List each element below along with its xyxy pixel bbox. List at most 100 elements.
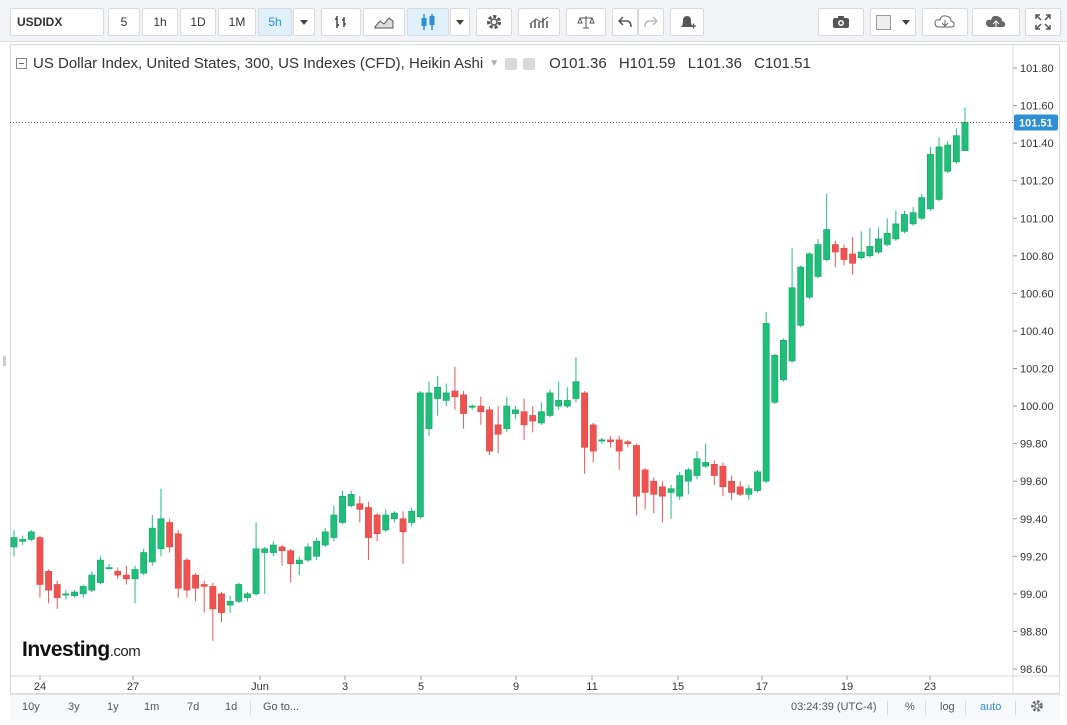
candle-body[interactable]: [961, 122, 969, 151]
candle-body[interactable]: [425, 392, 433, 429]
candle-body[interactable]: [192, 574, 199, 589]
candle-body[interactable]: [235, 584, 243, 602]
candle-body[interactable]: [451, 390, 459, 397]
candle-body[interactable]: [295, 559, 303, 565]
candle-body[interactable]: [667, 488, 675, 493]
candle-body[interactable]: [114, 571, 122, 576]
candle-body[interactable]: [563, 400, 571, 407]
settings-small-icon[interactable]: [523, 57, 536, 70]
goto-button[interactable]: Go to...: [263, 701, 299, 713]
candle-body[interactable]: [494, 424, 502, 435]
candle-body[interactable]: [486, 409, 493, 452]
candle-body[interactable]: [615, 439, 623, 452]
range-1m[interactable]: 1m: [144, 701, 159, 713]
candle-body[interactable]: [503, 405, 511, 429]
candle-body[interactable]: [209, 586, 217, 610]
candle-body[interactable]: [805, 253, 813, 298]
candle-body[interactable]: [780, 340, 787, 381]
candle-body[interactable]: [684, 469, 692, 482]
candle-body[interactable]: [754, 471, 761, 491]
log-toggle[interactable]: log: [940, 701, 955, 713]
candle-body[interactable]: [226, 601, 234, 606]
candle-body[interactable]: [252, 548, 260, 595]
candle-body[interactable]: [581, 392, 589, 448]
candle-body[interactable]: [399, 518, 407, 533]
candle-body[interactable]: [537, 411, 545, 424]
collapse-legend-icon[interactable]: [16, 58, 27, 69]
candle-body[interactable]: [546, 392, 554, 416]
candle-body[interactable]: [148, 527, 156, 563]
candle-body[interactable]: [79, 586, 87, 595]
candle-body[interactable]: [823, 229, 831, 260]
candle-body[interactable]: [875, 238, 882, 253]
candle-body[interactable]: [313, 540, 321, 557]
candle-body[interactable]: [788, 287, 796, 362]
candle-body[interactable]: [261, 548, 269, 553]
candle-body[interactable]: [901, 214, 908, 232]
candle-body[interactable]: [269, 544, 277, 553]
candle-body[interactable]: [702, 462, 710, 467]
candle-body[interactable]: [200, 584, 208, 587]
candle-body[interactable]: [883, 232, 891, 245]
range-10y[interactable]: 10y: [22, 701, 40, 713]
candle-body[interactable]: [918, 197, 926, 219]
candle-body[interactable]: [857, 251, 865, 258]
candle-body[interactable]: [140, 552, 148, 574]
candle-body[interactable]: [71, 591, 78, 597]
candle-body[interactable]: [477, 405, 485, 412]
candle-body[interactable]: [520, 411, 528, 426]
candle-body[interactable]: [572, 381, 580, 399]
percent-toggle[interactable]: %: [905, 701, 915, 713]
candle-body[interactable]: [512, 409, 519, 414]
scale-settings-button[interactable]: [1030, 699, 1044, 716]
candle-body[interactable]: [555, 400, 563, 407]
candle-body[interactable]: [416, 392, 424, 518]
candle-body[interactable]: [122, 574, 130, 580]
auto-toggle[interactable]: auto: [980, 701, 1001, 713]
candle-body[interactable]: [347, 494, 355, 506]
candle-body[interactable]: [365, 507, 372, 538]
candle-body[interactable]: [624, 441, 632, 444]
candle-body[interactable]: [771, 355, 779, 403]
candle-body[interactable]: [460, 394, 467, 414]
candle-body[interactable]: [330, 514, 338, 538]
candle-body[interactable]: [468, 405, 476, 408]
candle-body[interactable]: [19, 539, 27, 542]
candle-body[interactable]: [658, 486, 666, 497]
candle-body[interactable]: [866, 246, 874, 257]
candle-body[interactable]: [390, 512, 398, 520]
candle-body[interactable]: [927, 154, 934, 210]
candle-body[interactable]: [105, 567, 113, 570]
candle-body[interactable]: [529, 415, 537, 422]
candle-body[interactable]: [892, 223, 900, 240]
candle-body[interactable]: [36, 537, 44, 585]
candle-body[interactable]: [909, 212, 917, 225]
candle-body[interactable]: [218, 593, 225, 613]
candle-body[interactable]: [97, 559, 104, 583]
candle-body[interactable]: [88, 574, 96, 591]
range-3y[interactable]: 3y: [68, 701, 80, 713]
range-1d[interactable]: 1d: [225, 701, 237, 713]
candle-body[interactable]: [849, 253, 857, 264]
candle-body[interactable]: [62, 593, 70, 596]
candle-body[interactable]: [952, 135, 960, 163]
candle-body[interactable]: [728, 480, 735, 493]
candle-body[interactable]: [183, 559, 191, 591]
candle-body[interactable]: [745, 488, 753, 495]
candle-body[interactable]: [710, 463, 718, 476]
price-chart[interactable]: 101.80 101.60 101.40 101.20 101.00 100.80 100.…: [0, 0, 1067, 725]
candle-body[interactable]: [633, 445, 640, 497]
candle-body[interactable]: [10, 537, 18, 548]
candle-body[interactable]: [53, 584, 61, 598]
chevron-down-icon[interactable]: ▼: [489, 58, 499, 69]
candle-body[interactable]: [589, 424, 597, 452]
candle-body[interactable]: [840, 248, 848, 260]
candle-body[interactable]: [442, 392, 450, 401]
candle-body[interactable]: [797, 266, 805, 326]
candle-body[interactable]: [356, 503, 364, 510]
candle-body[interactable]: [719, 465, 727, 488]
candle-body[interactable]: [676, 475, 684, 497]
candle-body[interactable]: [831, 244, 839, 253]
candle-body[interactable]: [408, 510, 416, 523]
candle-body[interactable]: [373, 514, 381, 535]
